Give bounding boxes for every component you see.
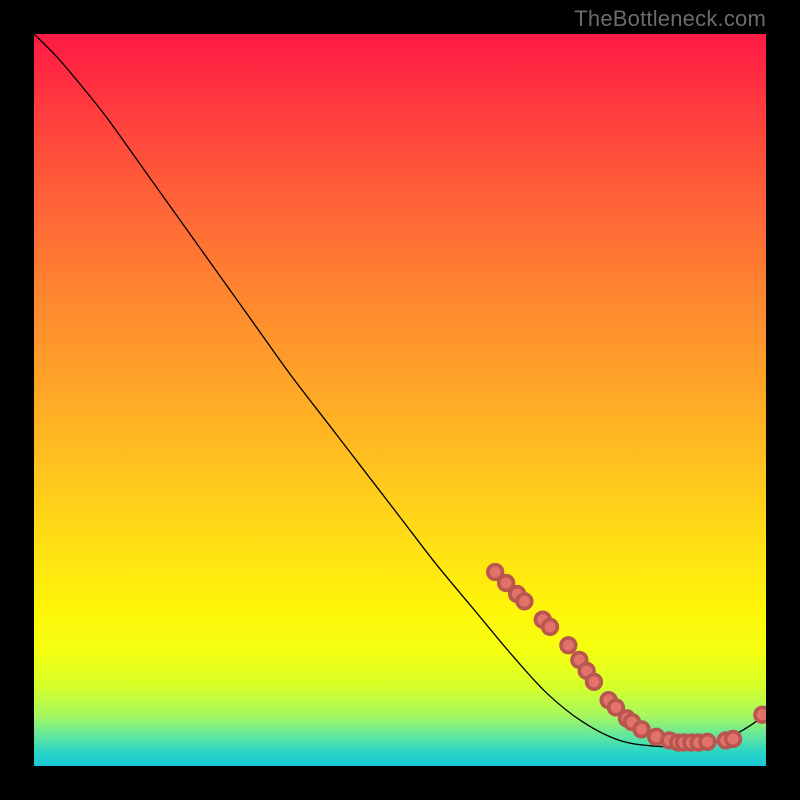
- data-dot: [726, 732, 741, 747]
- curve-dots: [488, 565, 766, 750]
- data-dot: [587, 675, 602, 690]
- watermark-text: TheBottleneck.com: [574, 6, 766, 32]
- data-dot: [634, 722, 649, 737]
- data-dot: [543, 620, 558, 635]
- data-dot: [561, 638, 576, 653]
- bottleneck-curve: [34, 34, 766, 747]
- chart-frame: TheBottleneck.com: [0, 0, 800, 800]
- plot-area: [34, 34, 766, 766]
- data-dot: [755, 707, 766, 722]
- data-dot: [700, 735, 715, 750]
- data-dot: [517, 594, 532, 609]
- curve-svg: [34, 34, 766, 766]
